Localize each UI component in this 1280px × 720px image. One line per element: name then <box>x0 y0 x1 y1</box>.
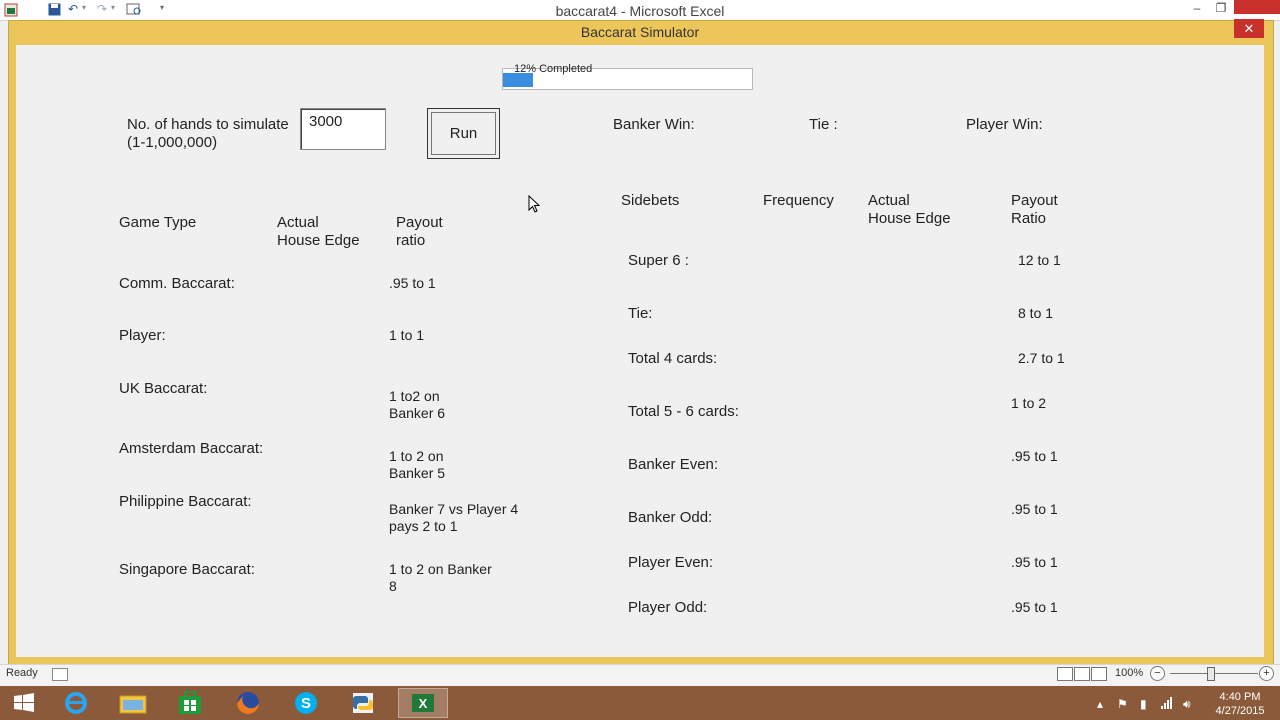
sidebet-payout: 1 to 2 <box>1011 395 1047 411</box>
macro-record-icon[interactable] <box>52 668 68 681</box>
game-name: Amsterdam Baccarat: <box>119 440 264 457</box>
game-name: Singapore Baccarat: <box>119 561 255 578</box>
zoom-out-button[interactable]: − <box>1150 666 1165 681</box>
sidebet-name: Banker Even: <box>628 456 719 473</box>
sidebet-name: Total 5 - 6 cards: <box>628 403 739 420</box>
house-edge-header: Actual House Edge <box>277 214 360 249</box>
sidebet-payout: 12 to 1 <box>1018 252 1061 268</box>
python-icon[interactable] <box>341 688 385 718</box>
status-ready: Ready <box>6 667 38 679</box>
sidebet-payout: 8 to 1 <box>1018 305 1054 321</box>
volume-icon[interactable]: 🔊︎ <box>1183 697 1191 712</box>
run-button[interactable]: Run <box>427 108 500 159</box>
game-name: Philippine Baccarat: <box>119 493 252 510</box>
window-title: baccarat4 - Microsoft Excel <box>555 3 725 19</box>
sidebet-name: Tie: <box>628 305 653 322</box>
sidebet-payout: .95 to 1 <box>1011 554 1058 570</box>
game-payout: .95 to 1 <box>389 275 436 291</box>
game-type-header: Game Type <box>119 214 197 231</box>
sidebet-name: Super 6 : <box>628 252 689 269</box>
userform-caption: Baccarat Simulator <box>580 24 700 40</box>
svg-text:X: X <box>419 696 428 711</box>
show-hidden-icons-icon[interactable]: ▴ <box>1097 697 1103 711</box>
frequency-header: Frequency <box>763 192 834 209</box>
clock-time: 4:40 PM <box>1219 691 1261 703</box>
clock-date: 4/27/2015 <box>1215 705 1265 717</box>
zoom-slider-thumb[interactable] <box>1207 667 1215 681</box>
restore-button[interactable]: ❐ <box>1209 0 1233 18</box>
sidebet-name: Total 4 cards: <box>628 350 718 367</box>
firefox-icon[interactable] <box>226 688 270 718</box>
svg-text:S: S <box>301 695 311 712</box>
sidebet-name: Player Even: <box>628 554 714 571</box>
hands-label: No. of hands to simulate (1-1,000,000) <box>127 116 289 151</box>
game-payout: 1 to2 on Banker 6 <box>389 388 446 421</box>
sidebet-name: Banker Odd: <box>628 509 713 526</box>
windows-start-icon[interactable] <box>2 688 46 718</box>
sidebet-payout: 2.7 to 1 <box>1018 350 1065 366</box>
sidebet-house-edge-header: Actual House Edge <box>868 192 951 227</box>
userform-close-button[interactable]: ✕ <box>1234 19 1264 38</box>
zoom-level[interactable]: 100% <box>1115 667 1143 679</box>
window-close-button[interactable] <box>1234 0 1280 14</box>
game-payout: Banker 7 vs Player 4 pays 2 to 1 <box>389 501 519 534</box>
sidebet-name: Player Odd: <box>628 599 708 616</box>
file-explorer-icon[interactable] <box>111 688 155 718</box>
game-payout: 1 to 2 on Banker 5 <box>389 448 446 481</box>
zoom-in-button[interactable]: + <box>1259 666 1274 681</box>
excel-taskbar-icon[interactable]: X <box>398 688 448 718</box>
sidebet-payout: .95 to 1 <box>1011 448 1058 464</box>
game-name: UK Baccarat: <box>119 380 208 397</box>
network-signal-icon[interactable] <box>1161 697 1175 712</box>
game-payout: 1 to 2 on Banker 8 <box>389 561 492 594</box>
page-break-view-icon[interactable] <box>1091 667 1107 681</box>
normal-view-icon[interactable] <box>1057 667 1073 681</box>
banker-win-label: Banker Win: <box>613 116 695 133</box>
system-clock[interactable]: 4:40 PM 4/27/2015 <box>1208 690 1272 718</box>
page-layout-view-icon[interactable] <box>1074 667 1090 681</box>
game-name: Player: <box>119 327 166 344</box>
payout-header: Payout ratio <box>396 214 443 249</box>
game-payout: 1 to 1 <box>389 327 425 343</box>
skype-icon[interactable]: S <box>284 688 328 718</box>
tie-label: Tie : <box>809 116 838 133</box>
sidebet-payout: .95 to 1 <box>1011 599 1058 615</box>
minimize-button[interactable]: ‒ <box>1185 0 1209 18</box>
internet-explorer-icon[interactable] <box>54 688 98 718</box>
game-name: Comm. Baccarat: <box>119 275 235 292</box>
progress-bar-fill <box>503 73 533 87</box>
sidebet-payout-header: Payout Ratio <box>1011 192 1058 227</box>
store-icon[interactable] <box>168 688 212 718</box>
sidebets-header: Sidebets <box>621 192 680 209</box>
progress-text: 12% Completed <box>514 63 593 75</box>
player-win-label: Player Win: <box>966 116 1043 133</box>
action-center-flag-icon[interactable]: ⚑ <box>1117 697 1128 711</box>
mouse-cursor-icon <box>528 195 540 213</box>
power-icon[interactable]: ▮ <box>1140 697 1147 711</box>
hands-input[interactable]: 3000 <box>300 108 386 150</box>
run-button-label: Run <box>431 112 496 155</box>
sidebet-payout: .95 to 1 <box>1011 501 1058 517</box>
